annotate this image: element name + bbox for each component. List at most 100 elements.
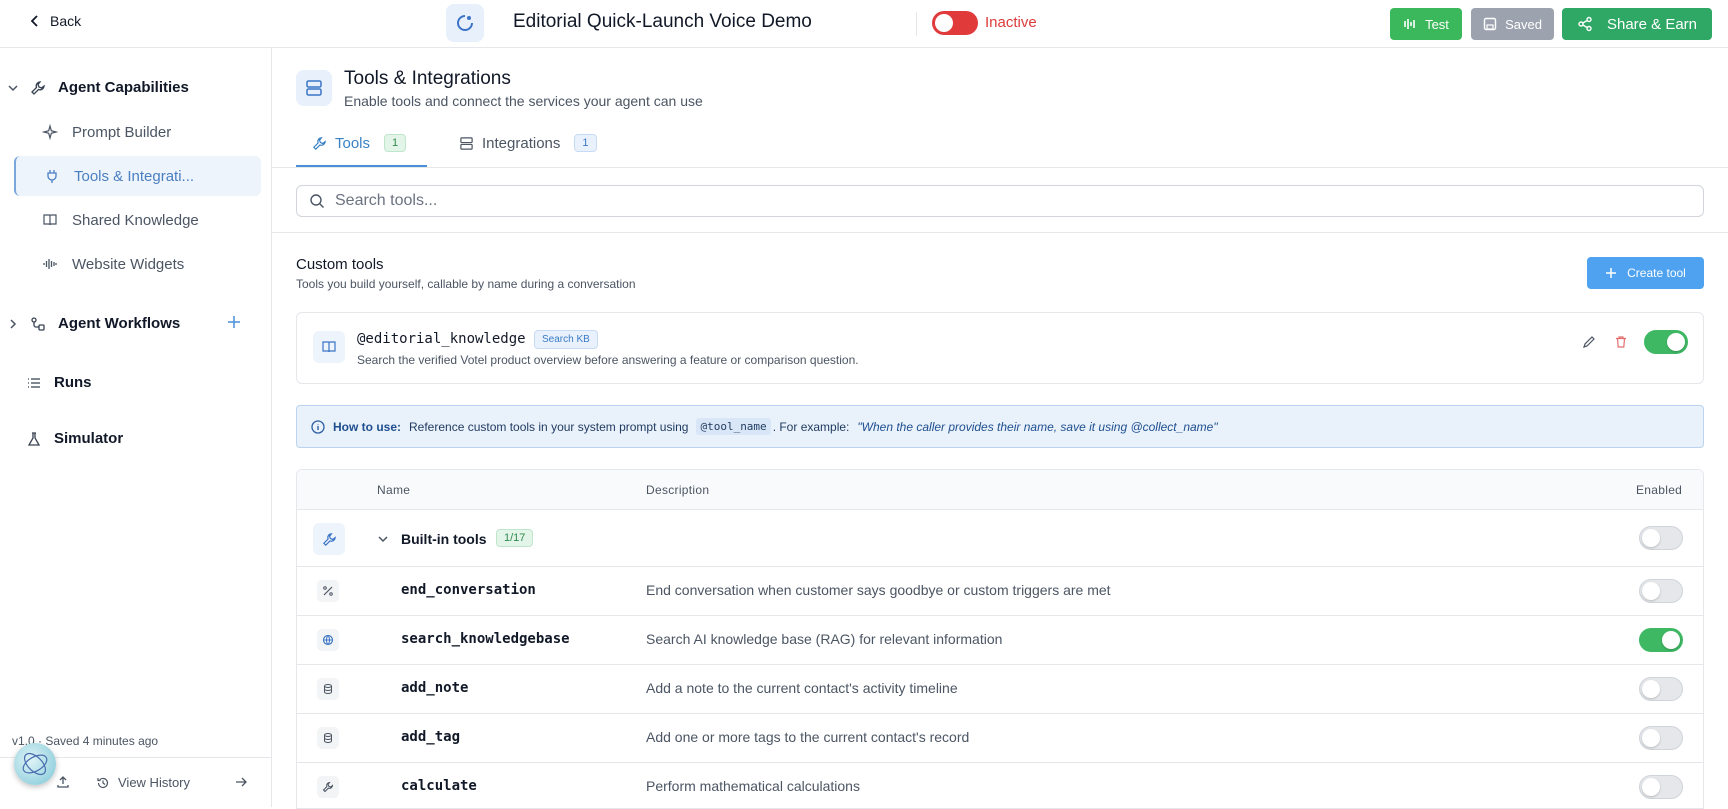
saved-button[interactable]: Saved xyxy=(1471,8,1554,40)
tool-name: calculate xyxy=(401,778,477,794)
row-icon xyxy=(317,678,339,700)
percent-icon xyxy=(323,586,333,596)
chevron-left-icon xyxy=(30,15,38,27)
test-button[interactable]: Test xyxy=(1390,8,1462,40)
agent-title: Editorial Quick-Launch Voice Demo xyxy=(513,11,812,32)
add-workflow-button[interactable] xyxy=(227,315,241,329)
sidebar-item-label: Simulator xyxy=(54,430,124,447)
table-group-row[interactable]: Built-in tools 1/17 xyxy=(297,510,1703,567)
voice-agent-icon xyxy=(457,15,473,31)
view-history-label: View History xyxy=(118,775,191,790)
tool-enabled-toggle[interactable] xyxy=(1639,726,1683,750)
tab-count-badge: 1 xyxy=(574,134,597,152)
tab-tools[interactable]: Tools 1 xyxy=(312,134,407,152)
tool-name: add_tag xyxy=(401,729,461,745)
how-to-use-banner: How to use: Reference custom tools in yo… xyxy=(296,405,1704,448)
chevron-down-icon xyxy=(8,84,18,91)
plus-icon xyxy=(1606,268,1617,278)
sidebar-item-website-widgets[interactable]: Website Widgets xyxy=(14,244,261,284)
info-icon xyxy=(311,419,325,434)
database-icon xyxy=(324,733,332,744)
group-label: Built-in tools xyxy=(401,531,487,547)
test-label: Test xyxy=(1425,16,1449,32)
search-tools-input[interactable]: Search tools... xyxy=(296,185,1704,217)
sparkle-icon xyxy=(42,124,58,140)
book-icon xyxy=(43,214,57,226)
sidebar-item-runs[interactable]: Runs xyxy=(26,374,92,391)
divider xyxy=(272,167,1728,168)
row-icon xyxy=(317,580,339,602)
tab-integrations[interactable]: Integrations 1 xyxy=(459,134,597,152)
column-header-enabled: Enabled xyxy=(1636,483,1683,497)
wrench-icon xyxy=(322,781,334,793)
sidebar-item-shared-knowledge[interactable]: Shared Knowledge xyxy=(14,200,261,240)
sidebar-item-tools-integrations[interactable]: Tools & Integrati... xyxy=(14,156,261,196)
edit-tool-button[interactable] xyxy=(1582,335,1596,349)
tool-description: Add one or more tags to the current cont… xyxy=(646,729,970,745)
create-tool-button[interactable]: Create tool xyxy=(1587,257,1704,289)
custom-tool-enabled-toggle[interactable] xyxy=(1644,330,1688,354)
group-count-badge: 1/17 xyxy=(496,529,534,547)
globe-icon xyxy=(322,634,334,646)
tool-description: End conversation when customer says good… xyxy=(646,582,1111,598)
sidebar-section-label: Agent Workflows xyxy=(58,315,181,332)
pencil-icon xyxy=(1583,336,1595,348)
workflow-icon xyxy=(31,316,45,331)
saved-label: Saved xyxy=(1505,16,1542,32)
view-history-button[interactable]: View History xyxy=(96,775,190,790)
custom-tools-subtitle: Tools you build yourself, callable by na… xyxy=(296,277,636,291)
sidebar-item-label: Runs xyxy=(54,374,92,391)
history-icon xyxy=(97,777,109,788)
server-icon xyxy=(460,136,473,150)
row-icon xyxy=(317,629,339,651)
how-to-text: . For example: xyxy=(772,419,850,434)
trash-icon xyxy=(1616,336,1626,348)
tab-label: Integrations xyxy=(482,134,561,152)
tool-enabled-toggle[interactable] xyxy=(1639,775,1683,799)
active-toggle[interactable] xyxy=(932,11,978,35)
share-earn-button[interactable]: Share & Earn xyxy=(1562,8,1712,40)
how-to-example: "When the caller provides their name, sa… xyxy=(857,419,1218,434)
row-icon xyxy=(317,727,339,749)
tool-description: Add a note to the current contact's acti… xyxy=(646,680,958,696)
search-icon xyxy=(310,194,324,208)
custom-tool-description: Search the verified Votel product overvi… xyxy=(357,353,859,367)
sidebar-item-label: Website Widgets xyxy=(72,255,185,273)
tool-description: Perform mathematical calculations xyxy=(646,778,860,794)
chevron-down-icon[interactable] xyxy=(378,534,388,544)
flask-icon xyxy=(27,431,41,446)
sidebar-item-label: Shared Knowledge xyxy=(72,211,199,229)
collapse-sidebar-button[interactable] xyxy=(234,775,248,789)
status-label: Inactive xyxy=(985,14,1037,31)
export-button[interactable] xyxy=(56,775,70,789)
sidebar-item-simulator[interactable]: Simulator xyxy=(26,430,123,447)
tool-icon xyxy=(313,331,345,363)
tool-enabled-toggle[interactable] xyxy=(1639,677,1683,701)
plug-icon xyxy=(47,170,57,183)
tool-enabled-toggle[interactable] xyxy=(1639,628,1683,652)
orb-icon xyxy=(22,752,48,776)
sidebar-section-agent-capabilities[interactable]: Agent Capabilities xyxy=(8,79,189,96)
chevron-right-icon xyxy=(10,318,17,329)
how-to-code: @tool_name xyxy=(696,418,771,435)
back-button[interactable]: Back xyxy=(30,13,81,29)
top-bar: Back Editorial Quick-Launch Voice Demo I… xyxy=(0,0,1728,48)
delete-tool-button[interactable] xyxy=(1614,335,1628,349)
tools-section-icon xyxy=(296,70,332,106)
tools-table: Name Description Enabled Built-in tools … xyxy=(296,469,1704,809)
built-in-tools-toggle[interactable] xyxy=(1639,526,1683,550)
share-label: Share & Earn xyxy=(1606,15,1698,33)
tab-count-badge: 1 xyxy=(384,134,407,152)
tool-type-badge: Search KB xyxy=(534,330,598,349)
plus-icon xyxy=(228,316,240,328)
sidebar-section-agent-workflows[interactable]: Agent Workflows xyxy=(8,315,180,332)
assistant-orb-button[interactable] xyxy=(14,743,56,785)
sidebar-item-prompt-builder[interactable]: Prompt Builder xyxy=(14,112,261,152)
custom-tool-name: @editorial_knowledge xyxy=(357,331,526,347)
table-row: search_knowledgebase Search AI knowledge… xyxy=(297,616,1703,665)
tool-enabled-toggle[interactable] xyxy=(1639,579,1683,603)
tool-name: end_conversation xyxy=(401,582,536,598)
sidebar-item-label: Prompt Builder xyxy=(72,123,172,141)
custom-tools-title: Custom tools xyxy=(296,256,384,273)
arrow-right-icon xyxy=(236,777,247,787)
